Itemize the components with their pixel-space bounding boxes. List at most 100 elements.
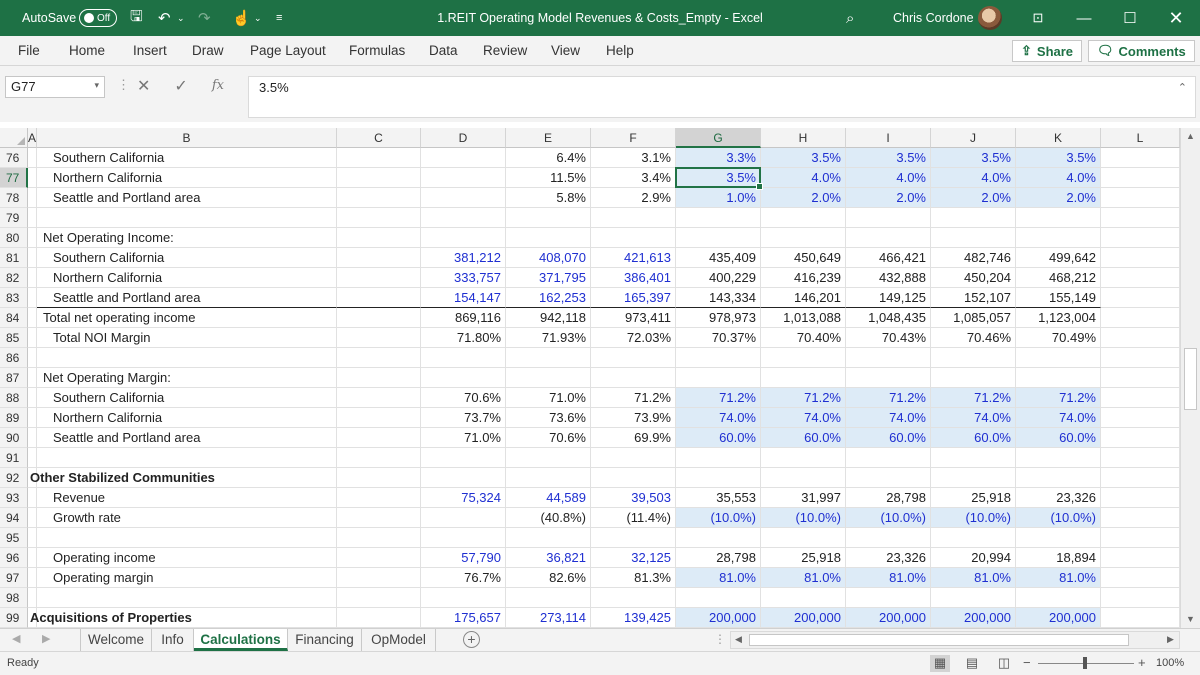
row-header[interactable]: 98 xyxy=(0,588,28,608)
save-icon[interactable]: 🖫 xyxy=(130,0,143,36)
undo-icon[interactable]: ↶ xyxy=(158,0,171,36)
horizontal-scroll-thumb[interactable] xyxy=(749,634,1129,646)
prev-sheet-icon[interactable]: ◀ xyxy=(12,632,20,645)
cell-d81[interactable]: 381,212 xyxy=(421,248,506,268)
cell[interactable] xyxy=(1101,548,1180,568)
collapse-formula-bar-icon[interactable]: ⌃ xyxy=(1178,81,1187,94)
sheet-tab-opmodel[interactable]: OpModel xyxy=(362,629,436,651)
cell-f79[interactable] xyxy=(591,208,676,228)
cell-d94[interactable] xyxy=(421,508,506,528)
minimize-icon[interactable]: — xyxy=(1061,0,1107,36)
cell-g76[interactable]: 3.3% xyxy=(676,148,761,168)
cell-e96[interactable]: 36,821 xyxy=(506,548,591,568)
cell-f89[interactable]: 73.9% xyxy=(591,408,676,428)
cell-g90[interactable]: 60.0% xyxy=(676,428,761,448)
cell-h77[interactable]: 4.0% xyxy=(761,168,846,188)
row-header[interactable]: 95 xyxy=(0,528,28,548)
cell-f93[interactable]: 39,503 xyxy=(591,488,676,508)
cell[interactable] xyxy=(1101,408,1180,428)
cell-e97[interactable]: 82.6% xyxy=(506,568,591,588)
cell[interactable] xyxy=(1101,468,1180,488)
cell[interactable] xyxy=(337,508,421,528)
cell-j88[interactable]: 71.2% xyxy=(931,388,1016,408)
cell-i84[interactable]: 1,048,435 xyxy=(846,308,931,328)
tab-draw[interactable]: Draw xyxy=(192,43,224,58)
cell-g88[interactable]: 71.2% xyxy=(676,388,761,408)
cell[interactable] xyxy=(1101,588,1180,608)
horizontal-scrollbar[interactable]: ◀ ▶ xyxy=(730,631,1180,649)
cell-e78[interactable]: 5.8% xyxy=(506,188,591,208)
cell[interactable] xyxy=(1101,368,1180,388)
cell-f86[interactable] xyxy=(591,348,676,368)
cell-k92[interactable] xyxy=(1016,468,1101,488)
autosave-toggle[interactable]: Off xyxy=(79,9,117,27)
name-box[interactable]: G77 ▾ xyxy=(5,76,105,98)
scroll-down-icon[interactable]: ▼ xyxy=(1186,614,1195,624)
cell[interactable] xyxy=(1101,288,1180,308)
cell[interactable] xyxy=(337,548,421,568)
cell-i97[interactable]: 81.0% xyxy=(846,568,931,588)
cell-i83[interactable]: 149,125 xyxy=(846,288,931,308)
cell-j84[interactable]: 1,085,057 xyxy=(931,308,1016,328)
row-header[interactable]: 92 xyxy=(0,468,28,488)
cell[interactable] xyxy=(337,348,421,368)
cell-d84[interactable]: 869,116 xyxy=(421,308,506,328)
cell[interactable] xyxy=(28,388,37,408)
cell-g92[interactable] xyxy=(676,468,761,488)
cell[interactable] xyxy=(337,308,421,328)
normal-view-icon[interactable]: ▦ xyxy=(930,655,950,672)
cell[interactable] xyxy=(28,288,37,308)
touch-mode-icon[interactable]: ☝ xyxy=(232,0,251,36)
cell[interactable] xyxy=(337,168,421,188)
comments-button[interactable]: 🗨 Comments xyxy=(1088,40,1195,62)
cell-h79[interactable] xyxy=(761,208,846,228)
close-icon[interactable]: ✕ xyxy=(1153,0,1199,36)
cell-d92[interactable] xyxy=(421,468,506,488)
formula-input[interactable]: 3.5% ⌃ xyxy=(248,76,1196,118)
column-header-b[interactable]: B xyxy=(37,128,337,148)
cell-d91[interactable] xyxy=(421,448,506,468)
cell-f87[interactable] xyxy=(591,368,676,388)
cell[interactable] xyxy=(28,448,37,468)
cell[interactable] xyxy=(1101,308,1180,328)
page-layout-view-icon[interactable]: ▤ xyxy=(962,655,982,672)
cell-j82[interactable]: 450,204 xyxy=(931,268,1016,288)
cell[interactable] xyxy=(337,148,421,168)
cell-i81[interactable]: 466,421 xyxy=(846,248,931,268)
cell[interactable] xyxy=(337,388,421,408)
cell[interactable] xyxy=(28,508,37,528)
cell-e79[interactable] xyxy=(506,208,591,228)
formula-bar-splitter-icon[interactable]: ⋮ xyxy=(117,77,130,93)
cell-g95[interactable] xyxy=(676,528,761,548)
column-header-c[interactable]: C xyxy=(337,128,421,148)
cell-h98[interactable] xyxy=(761,588,846,608)
cell-e98[interactable] xyxy=(506,588,591,608)
insert-function-icon[interactable]: fx xyxy=(212,76,224,98)
cell-j91[interactable] xyxy=(931,448,1016,468)
cell-g87[interactable] xyxy=(676,368,761,388)
cell[interactable] xyxy=(28,168,37,188)
cell-e99[interactable]: 273,114 xyxy=(506,608,591,628)
cell-i86[interactable] xyxy=(846,348,931,368)
cell-g96[interactable]: 28,798 xyxy=(676,548,761,568)
cell[interactable] xyxy=(337,448,421,468)
cell-k97[interactable]: 81.0% xyxy=(1016,568,1101,588)
row-label[interactable]: Growth rate xyxy=(37,508,337,528)
cell[interactable] xyxy=(337,328,421,348)
cell[interactable] xyxy=(1101,228,1180,248)
cell-g86[interactable] xyxy=(676,348,761,368)
cell[interactable] xyxy=(28,248,37,268)
cell-h81[interactable]: 450,649 xyxy=(761,248,846,268)
row-label[interactable] xyxy=(37,448,337,468)
cell[interactable] xyxy=(337,368,421,388)
cell-k94[interactable]: (10.0%) xyxy=(1016,508,1101,528)
cell-d95[interactable] xyxy=(421,528,506,548)
row-header[interactable]: 84 xyxy=(0,308,28,328)
cancel-icon[interactable]: ✕ xyxy=(137,76,150,98)
cell-g83[interactable]: 143,334 xyxy=(676,288,761,308)
cell-d93[interactable]: 75,324 xyxy=(421,488,506,508)
spreadsheet-grid[interactable]: A B C D E F G H I J K L 76 Southern California 6.4% 3.1… xyxy=(0,128,1180,628)
zoom-slider-thumb[interactable] xyxy=(1083,657,1087,669)
row-header[interactable]: 81 xyxy=(0,248,28,268)
tab-insert[interactable]: Insert xyxy=(133,43,167,58)
